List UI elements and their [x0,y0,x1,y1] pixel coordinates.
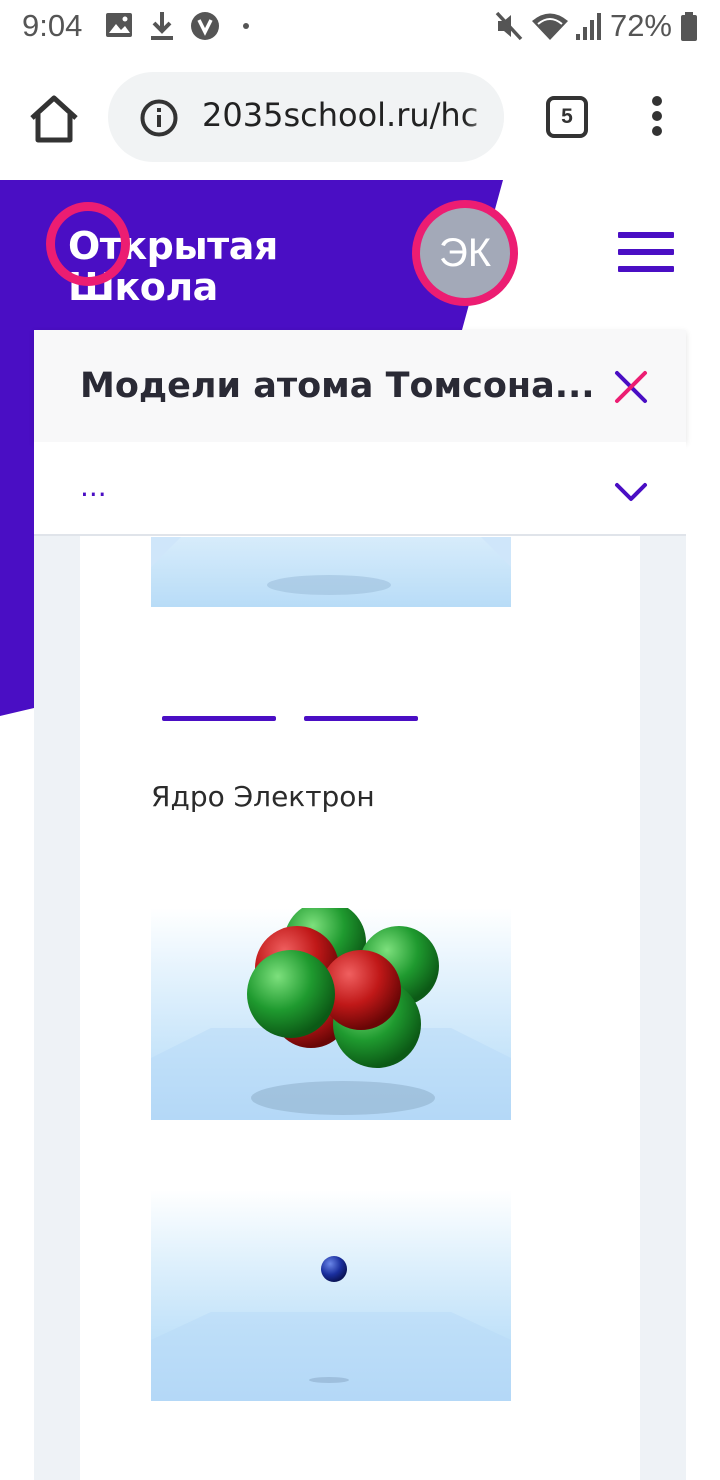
wifi-icon [532,13,568,40]
dot-icon [243,23,249,29]
tab-indicator-1[interactable] [162,716,276,721]
tab-indicator-2[interactable] [304,716,418,721]
download-icon [151,12,173,40]
section-selector[interactable]: ... [34,442,686,536]
hamburger-menu-icon[interactable] [618,232,674,272]
info-icon[interactable] [140,99,178,137]
mute-icon [495,11,523,41]
nucleus-image [151,908,511,1120]
home-icon[interactable] [26,94,82,144]
close-icon[interactable] [614,370,648,404]
caption: Ядро Электрон [151,780,375,813]
logo-ring-icon [46,202,130,286]
chevron-down-icon[interactable] [614,482,648,502]
browser-toolbar: 2035school.ru/hc 5 [0,56,720,180]
electron-image [151,1190,511,1401]
image-icon [106,13,132,37]
url-text[interactable]: 2035school.ru/hc [202,96,478,134]
atom-image-partial [151,537,511,607]
avatar[interactable]: ЭК [412,200,518,306]
lesson-title: Модели атома Томсона... [80,366,595,406]
address-bar[interactable]: 2035school.ru/hc [108,72,504,162]
battery-icon [681,12,697,41]
battery-percent: 72% [609,8,672,43]
lesson-header: Модели атома Томсона... [34,330,686,442]
section-label: ... [80,470,107,503]
signal-icon [576,13,601,40]
status-bar: 9:04 72% [0,0,720,56]
avatar-initials: ЭК [420,208,510,298]
status-time: 9:04 [22,8,83,43]
more-vert-icon[interactable] [648,96,666,144]
v-app-icon [191,12,219,40]
tabs-icon[interactable]: 5 [546,96,588,138]
